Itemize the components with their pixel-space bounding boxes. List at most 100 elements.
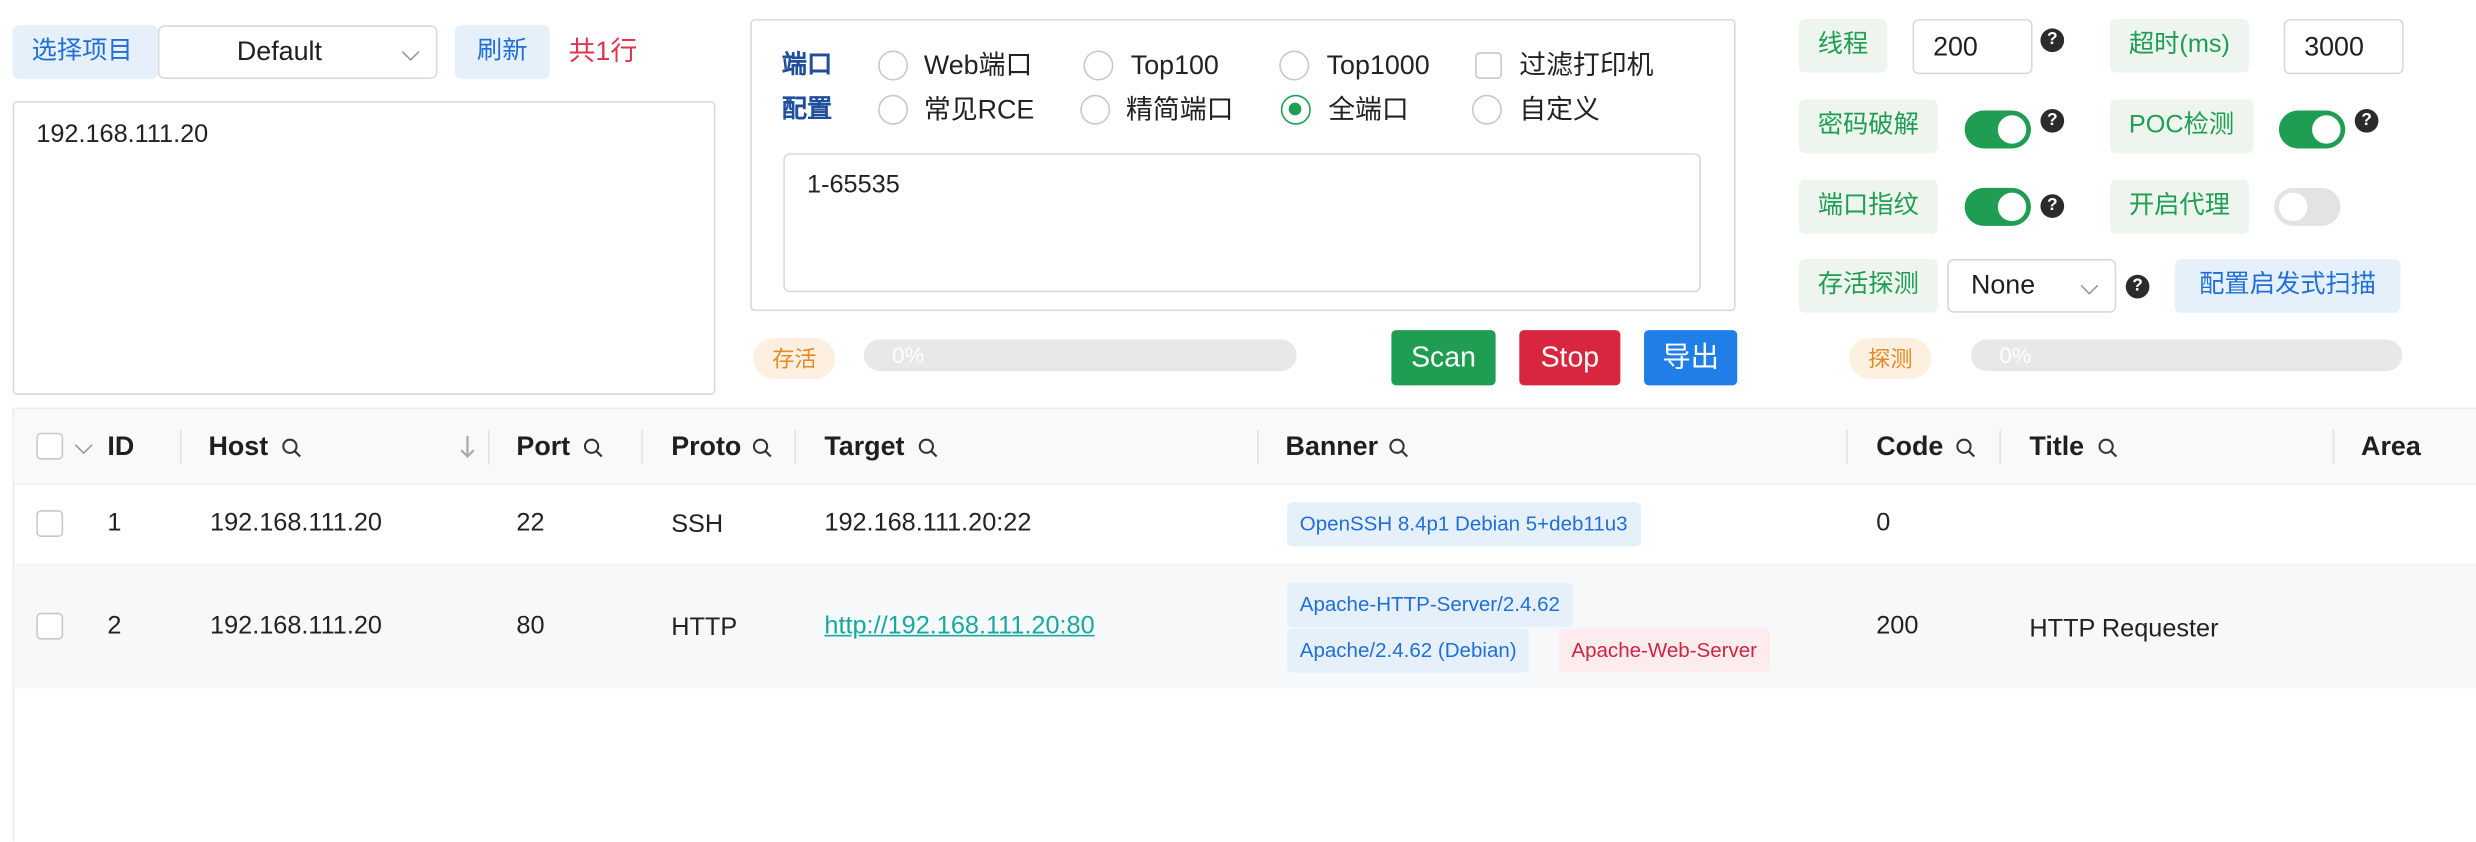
search-icon[interactable] (1955, 437, 1976, 458)
banner-tag-red: Apache-Web-Server (1558, 628, 1770, 673)
column-divider (488, 429, 490, 465)
radio-web-ports[interactable] (878, 50, 909, 81)
column-proto[interactable]: Proto (671, 430, 741, 465)
column-title[interactable]: Title (2029, 430, 2084, 465)
project-selected-value: Default (236, 36, 322, 67)
banner-tag: Apache-HTTP-Server/2.4.62 (1287, 582, 1573, 627)
radio-top1000-label: Top1000 (1326, 50, 1430, 81)
banner-tag: Apache/2.4.62 (Debian) (1287, 628, 1530, 673)
threads-label: 线程 (1798, 18, 1888, 73)
help-icon[interactable]: ? (2354, 108, 2379, 133)
row-id: 2 (107, 612, 122, 640)
radio-lite-ports[interactable] (1080, 94, 1111, 125)
search-icon[interactable] (752, 437, 773, 458)
search-icon[interactable] (281, 437, 302, 458)
search-icon[interactable] (583, 437, 604, 458)
port-config-label-line1: 端口 (781, 52, 833, 79)
password-crack-label: 密码破解 (1798, 99, 1938, 154)
search-icon[interactable] (2097, 437, 2118, 458)
project-select-label: 选择项目 (12, 25, 158, 79)
alive-progress-bar: 0% (863, 339, 1297, 372)
detect-progress-text: 0% (1999, 342, 2032, 368)
radio-top100[interactable] (1083, 50, 1114, 81)
help-icon[interactable]: ? (2125, 274, 2150, 299)
help-icon[interactable]: ? (2040, 194, 2065, 218)
proxy-label: 开启代理 (2109, 180, 2249, 234)
port-range-text: 1-65535 (807, 172, 900, 199)
poc-detect-label: POC检测 (2109, 99, 2254, 154)
radio-top1000[interactable] (1279, 50, 1310, 81)
targets-text: 192.168.111.20 (36, 121, 209, 149)
detect-label: 探测 (1849, 337, 1932, 380)
timeout-input[interactable]: 3000 (2283, 18, 2404, 75)
heuristic-scan-button[interactable]: 配置启发式扫描 (2174, 259, 2401, 313)
stop-button[interactable]: Stop (1519, 330, 1621, 386)
port-range-textarea[interactable]: 1-65535 (783, 153, 1701, 293)
chevron-down-icon (401, 43, 420, 62)
row-host: 192.168.111.20 (210, 510, 382, 537)
row-code: 0 (1876, 510, 1891, 537)
filter-printer-label: 过滤打印机 (1519, 50, 1654, 81)
alive-probe-value: None (1970, 270, 2036, 301)
sort-arrow-icon[interactable] (458, 433, 477, 461)
line-count: 共1行 (568, 36, 638, 67)
alive-progress-text: 0% (892, 342, 925, 368)
column-id[interactable]: ID (107, 430, 134, 465)
row-proto: HTTP (671, 614, 738, 642)
column-target[interactable]: Target (824, 430, 904, 465)
password-crack-toggle[interactable] (1964, 110, 2031, 149)
row-code: 200 (1876, 612, 1919, 640)
proxy-toggle[interactable] (2274, 187, 2341, 226)
radio-web-ports-label: Web端口 (923, 50, 1033, 81)
select-all-checkbox[interactable] (36, 432, 64, 460)
column-divider (1257, 429, 1259, 465)
scanner-window: 选择项目 Default 刷新 共1行 192.168.111.20 端口 配置… (0, 0, 2476, 842)
scan-button[interactable]: Scan (1391, 330, 1496, 386)
column-area[interactable]: Area (2361, 430, 2421, 465)
row-checkbox[interactable] (36, 612, 64, 640)
alive-probe-dropdown[interactable]: None (1947, 259, 2117, 313)
timeout-label: 超时(ms) (2109, 18, 2249, 73)
targets-textarea[interactable]: 192.168.111.20 (12, 101, 716, 395)
row-port: 22 (516, 510, 545, 537)
filter-printer-checkbox[interactable] (1475, 52, 1502, 79)
column-divider (1846, 429, 1848, 465)
project-dropdown[interactable]: Default (157, 25, 438, 79)
column-host[interactable]: Host (208, 430, 268, 465)
column-divider (641, 429, 643, 465)
row-proto: SSH (671, 511, 724, 539)
poc-detect-toggle[interactable] (2278, 110, 2346, 149)
radio-all-ports[interactable] (1280, 94, 1311, 125)
detect-progress-bar: 0% (1970, 339, 2403, 372)
column-port[interactable]: Port (516, 430, 570, 465)
radio-all-ports-label: 全端口 (1328, 94, 1409, 125)
column-banner[interactable]: Banner (1286, 430, 1379, 465)
port-fingerprint-toggle[interactable] (1964, 187, 2031, 226)
export-button[interactable]: 导出 (1644, 330, 1738, 386)
search-icon[interactable] (1388, 437, 1409, 458)
alive-label: 存活 (753, 337, 836, 380)
port-fingerprint-label: 端口指纹 (1798, 180, 1938, 234)
row-target-link[interactable]: http://192.168.111.20:80 (824, 611, 1094, 643)
row-checkbox[interactable] (36, 510, 64, 537)
column-divider (2332, 429, 2335, 465)
column-divider (180, 429, 182, 465)
radio-common-rce[interactable] (878, 94, 909, 125)
radio-custom[interactable] (1471, 94, 1502, 125)
alive-probe-label: 存活探测 (1798, 259, 1938, 313)
threads-input[interactable]: 200 (1912, 18, 2033, 75)
refresh-button[interactable]: 刷新 (454, 25, 550, 79)
help-icon[interactable]: ? (2040, 108, 2065, 133)
radio-common-rce-label: 常见RCE (923, 94, 1035, 125)
radio-top100-label: Top100 (1130, 50, 1219, 81)
search-icon[interactable] (918, 437, 939, 458)
radio-custom-label: 自定义 (1519, 94, 1600, 125)
row-title: HTTP Requester (2029, 615, 2219, 643)
chevron-down-icon (2080, 276, 2099, 295)
row-host: 192.168.111.20 (210, 612, 382, 640)
help-icon[interactable]: ? (2040, 28, 2065, 53)
column-code[interactable]: Code (1876, 430, 1943, 465)
column-divider (794, 429, 796, 465)
row-port: 80 (516, 612, 545, 640)
row-target: 192.168.111.20:22 (824, 510, 1032, 537)
